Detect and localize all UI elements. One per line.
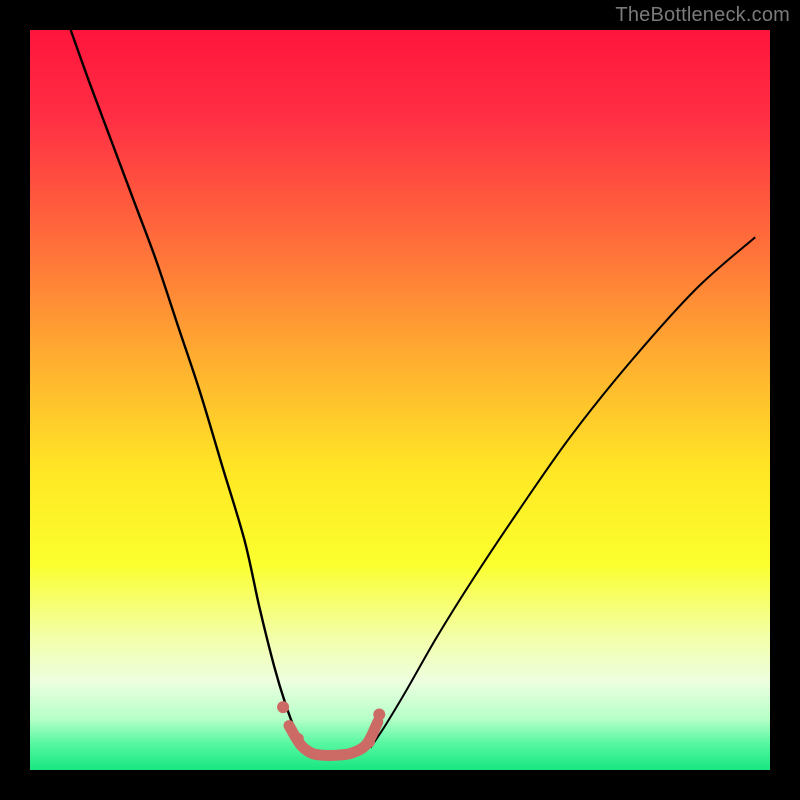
highlight-marker	[363, 736, 375, 748]
highlight-marker	[292, 733, 304, 745]
highlight-marker	[277, 701, 289, 713]
watermark-text: TheBottleneck.com	[615, 4, 790, 27]
highlight-marker	[373, 709, 385, 721]
gradient-background	[30, 30, 770, 770]
chart-frame: TheBottleneck.com	[0, 0, 800, 800]
bottleneck-curve-chart	[0, 0, 800, 800]
